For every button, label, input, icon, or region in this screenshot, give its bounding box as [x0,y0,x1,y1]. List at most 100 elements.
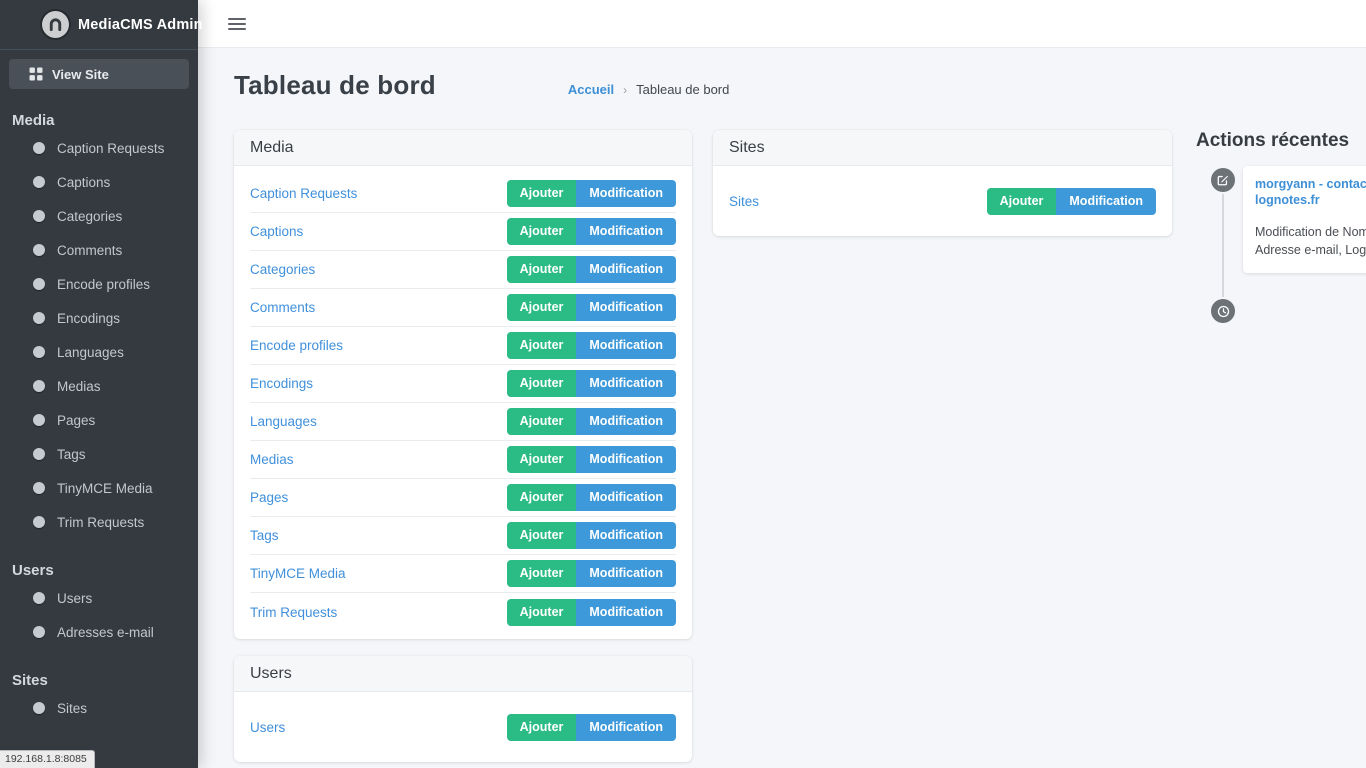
model-link[interactable]: Pages [250,490,288,505]
sidebar-item-label: TinyMCE Media [57,481,153,496]
change-button[interactable]: Modification [576,180,676,207]
sidebar-item[interactable]: Encodings [0,301,198,335]
circle-icon [33,592,45,604]
model-link[interactable]: Caption Requests [250,186,357,201]
add-button[interactable]: Ajouter [507,256,577,283]
model-link[interactable]: Encode profiles [250,338,343,353]
content: Tableau de bord Accueil › Tableau de bor… [198,48,1366,762]
sidebar-item[interactable]: Languages [0,335,198,369]
menu-toggle-icon[interactable] [228,18,246,30]
model-link[interactable]: Tags [250,528,279,543]
sidebar-item[interactable]: Tags [0,437,198,471]
sidebar-item-label: Languages [57,345,124,360]
add-button[interactable]: Ajouter [507,714,577,741]
sidebar-item[interactable]: Encode profiles [0,267,198,301]
mediacms-logo-icon [42,11,69,38]
button-group: Ajouter Modification [507,332,676,359]
top-navbar [198,0,1366,48]
change-button[interactable]: Modification [576,599,676,626]
sidebar: MediaCMS Admin View Site Media Caption R… [0,0,198,768]
sidebar-item-label: Medias [57,379,101,394]
add-button[interactable]: Ajouter [507,180,577,207]
sidebar-item[interactable]: Adresses e-mail [0,615,198,649]
view-site-button[interactable]: View Site [9,59,189,89]
change-button[interactable]: Modification [576,714,676,741]
change-button[interactable]: Modification [576,560,676,587]
add-button[interactable]: Ajouter [507,560,577,587]
edit-icon [1211,168,1235,192]
sidebar-item[interactable]: TinyMCE Media [0,471,198,505]
circle-icon [33,346,45,358]
breadcrumb-home-link[interactable]: Accueil [568,82,614,97]
add-button[interactable]: Ajouter [507,446,577,473]
model-link[interactable]: Languages [250,414,317,429]
circle-icon [33,142,45,154]
model-link[interactable]: Trim Requests [250,605,337,620]
recent-action-description: Modification de Nom Adresse e-mail, Logo… [1255,223,1366,259]
sidebar-item[interactable]: Sites [0,691,198,725]
change-button[interactable]: Modification [576,446,676,473]
sidebar-item-label: Captions [57,175,110,190]
sidebar-item-label: Encodings [57,311,120,326]
add-button[interactable]: Ajouter [987,188,1057,215]
model-link[interactable]: Captions [250,224,303,239]
add-button[interactable]: Ajouter [507,218,577,245]
model-link[interactable]: Categories [250,262,315,277]
status-bar-url: 192.168.1.8:8085 [0,750,95,768]
model-link[interactable]: Comments [250,300,315,315]
change-button[interactable]: Modification [576,484,676,511]
add-button[interactable]: Ajouter [507,408,577,435]
sidebar-item[interactable]: Captions [0,165,198,199]
change-button[interactable]: Modification [576,218,676,245]
change-button[interactable]: Modification [576,522,676,549]
change-button[interactable]: Modification [576,370,676,397]
timeline: morgyann - contact@blognotes.fr Modifica… [1196,166,1366,366]
sidebar-item[interactable]: Users [0,581,198,615]
model-link[interactable]: TinyMCE Media [250,566,346,581]
circle-icon [33,702,45,714]
sidebar-item[interactable]: Categories [0,199,198,233]
brand[interactable]: MediaCMS Admin [0,0,198,50]
model-row: Users Ajouter Modification [250,702,676,752]
change-button[interactable]: Modification [576,332,676,359]
model-link[interactable]: Users [250,720,285,735]
model-row: Trim Requests Ajouter Modification [250,593,676,631]
users-card: Users Users Ajouter Modification [234,656,692,762]
model-link[interactable]: Sites [729,194,759,209]
add-button[interactable]: Ajouter [507,522,577,549]
add-button[interactable]: Ajouter [507,484,577,511]
add-button[interactable]: Ajouter [507,599,577,626]
sidebar-item[interactable]: Pages [0,403,198,437]
change-button[interactable]: Modification [1056,188,1156,215]
button-group: Ajouter Modification [507,484,676,511]
grid-icon [29,67,43,81]
sidebar-item[interactable]: Medias [0,369,198,403]
model-row: Languages Ajouter Modification [250,403,676,441]
page-title: Tableau de bord [234,70,436,101]
section-title: Users [0,562,198,581]
circle-icon [33,414,45,426]
circle-icon [33,380,45,392]
circle-icon [33,626,45,638]
model-link[interactable]: Medias [250,452,294,467]
model-row: Sites Ajouter Modification [729,176,1156,226]
change-button[interactable]: Modification [576,294,676,321]
add-button[interactable]: Ajouter [507,294,577,321]
sidebar-section-sites: Sites Sites [0,672,198,725]
add-button[interactable]: Ajouter [507,370,577,397]
model-row: Caption Requests Ajouter Modification [250,175,676,213]
sidebar-item[interactable]: Caption Requests [0,131,198,165]
model-row: Captions Ajouter Modification [250,213,676,251]
section-title: Media [0,112,198,131]
model-link[interactable]: Encodings [250,376,313,391]
change-button[interactable]: Modification [576,256,676,283]
sidebar-item[interactable]: Trim Requests [0,505,198,539]
recent-action-link[interactable]: morgyann - contact@blognotes.fr [1255,176,1366,209]
change-button[interactable]: Modification [576,408,676,435]
add-button[interactable]: Ajouter [507,332,577,359]
circle-icon [33,278,45,290]
sidebar-item-label: Comments [57,243,122,258]
section-title: Sites [0,672,198,691]
card-title: Sites [713,130,1172,166]
sidebar-item[interactable]: Comments [0,233,198,267]
